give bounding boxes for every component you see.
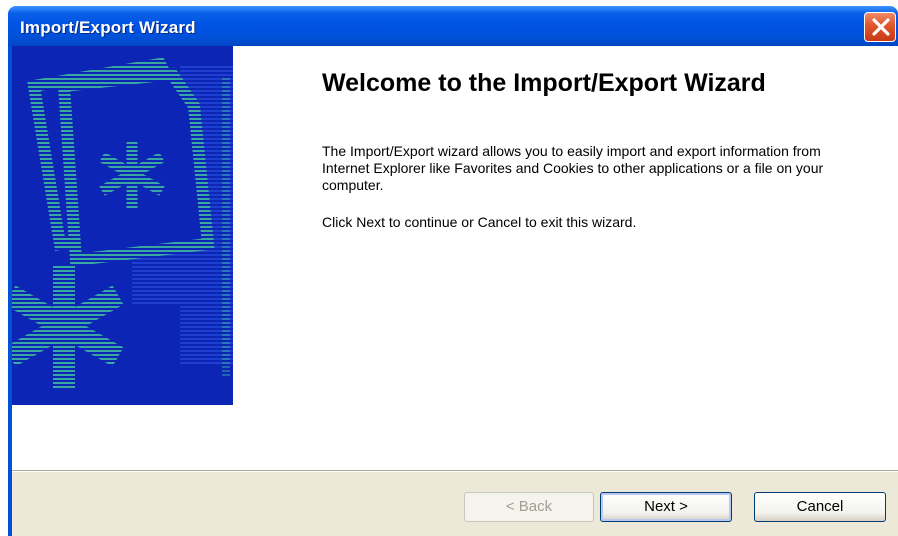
wizard-banner [12,46,233,405]
back-button-label: < Back [505,498,553,515]
title-bar[interactable]: Import/Export Wizard [8,6,898,46]
welcome-heading: Welcome to the Import/Export Wizard [322,69,766,97]
close-button[interactable] [864,12,896,42]
cancel-button[interactable]: Cancel [754,492,886,522]
close-icon [872,18,890,36]
next-button[interactable]: Next > [600,492,732,522]
instruction-text: Click Next to continue or Cancel to exit… [322,214,637,230]
window-title: Import/Export Wizard [20,18,196,37]
intro-text: The Import/Export wizard allows you to e… [322,143,824,193]
wizard-document-asterisk-graphic [12,46,233,405]
cancel-button-label: Cancel [796,498,844,515]
next-button-label: Next > [644,498,688,515]
back-button[interactable]: < Back [464,492,594,522]
